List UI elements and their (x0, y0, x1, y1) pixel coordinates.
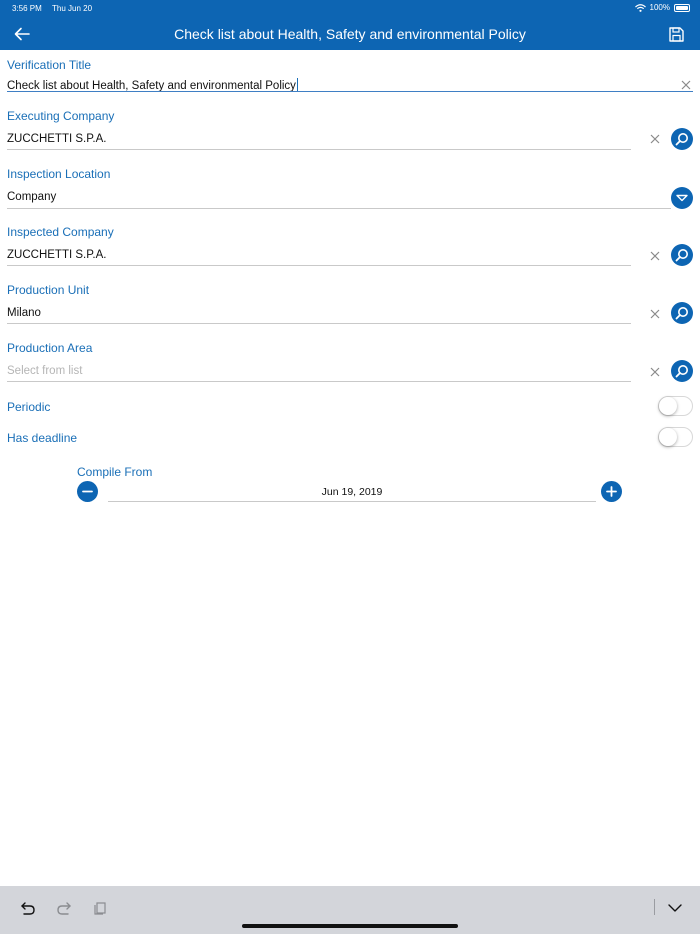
status-date: Thu Jun 20 (52, 4, 93, 13)
status-time: 3:56 PM (12, 4, 42, 13)
compile-from-label: Compile From (77, 465, 153, 479)
production-area-underline (7, 381, 631, 382)
inspection-location-select[interactable]: Company (7, 191, 56, 203)
inspection-location-dropdown-button[interactable] (671, 187, 693, 209)
production-area-label: Production Area (7, 341, 93, 355)
inspected-company-clear-button[interactable] (647, 248, 663, 264)
production-unit-underline (7, 323, 631, 324)
search-icon (675, 249, 688, 262)
executing-company-underline (7, 149, 631, 150)
back-button[interactable] (10, 22, 34, 46)
production-area-clear-button[interactable] (647, 364, 663, 380)
inspection-location-label: Inspection Location (7, 167, 111, 181)
toggle-knob (659, 428, 677, 446)
production-unit-label: Production Unit (7, 283, 90, 297)
close-icon (650, 367, 660, 377)
executing-company-clear-button[interactable] (647, 131, 663, 147)
inspected-company-search-button[interactable] (671, 244, 693, 266)
floppy-disk-icon (668, 26, 684, 42)
chevron-down-icon (676, 194, 688, 202)
header-bar: 3:56 PM Thu Jun 20 100% Check list about… (0, 0, 700, 50)
has-deadline-label: Has deadline (7, 431, 78, 445)
production-area-input[interactable]: Select from list (7, 365, 82, 377)
inspected-company-label: Inspected Company (7, 225, 114, 239)
production-area-search-button[interactable] (671, 360, 693, 382)
search-icon (675, 365, 688, 378)
redo-button[interactable] (52, 896, 76, 920)
executing-company-label: Executing Company (7, 109, 115, 123)
undo-icon (21, 902, 35, 915)
close-icon (650, 251, 660, 261)
close-icon (650, 134, 660, 144)
chevron-down-icon (668, 904, 682, 912)
production-unit-clear-button[interactable] (647, 306, 663, 322)
executing-company-search-button[interactable] (671, 128, 693, 150)
periodic-toggle[interactable] (658, 396, 693, 416)
periodic-label: Periodic (7, 400, 51, 414)
toolbar-divider (654, 899, 655, 915)
save-button[interactable] (664, 22, 688, 46)
search-icon (675, 307, 688, 320)
inspected-company-underline (7, 265, 631, 266)
compile-from-underline (108, 501, 596, 502)
executing-company-input[interactable]: ZUCCHETTI S.P.A. (7, 133, 106, 145)
search-icon (675, 133, 688, 146)
text-caret (296, 78, 298, 91)
clipboard-icon (94, 902, 106, 915)
paste-button[interactable] (88, 896, 112, 920)
arrow-left-icon (14, 27, 30, 41)
redo-icon (57, 902, 71, 915)
home-indicator[interactable] (242, 924, 458, 928)
production-unit-input[interactable]: Milano (7, 307, 41, 319)
toggle-knob (659, 397, 677, 415)
plus-icon (606, 486, 617, 497)
minus-icon (82, 490, 93, 493)
battery-percent: 100% (649, 3, 670, 12)
verification-title-underline (7, 91, 693, 92)
verification-title-label: Verification Title (7, 58, 92, 72)
inspected-company-input[interactable]: ZUCCHETTI S.P.A. (7, 249, 106, 261)
close-icon (650, 309, 660, 319)
verification-title-input[interactable]: Check list about Health, Safety and envi… (7, 78, 298, 92)
close-icon (681, 80, 691, 90)
production-unit-search-button[interactable] (671, 302, 693, 324)
compile-from-increment-button[interactable] (601, 481, 622, 502)
has-deadline-toggle[interactable] (658, 427, 693, 447)
battery-icon (674, 3, 690, 12)
wifi-icon (634, 3, 646, 12)
undo-button[interactable] (16, 896, 40, 920)
compile-from-date[interactable]: Jun 19, 2019 (108, 486, 596, 498)
dismiss-keyboard-button[interactable] (663, 896, 687, 920)
compile-from-decrement-button[interactable] (77, 481, 98, 502)
page-title: Check list about Health, Safety and envi… (174, 26, 526, 42)
status-indicators: 100% (634, 3, 690, 12)
inspection-location-underline (7, 208, 671, 209)
